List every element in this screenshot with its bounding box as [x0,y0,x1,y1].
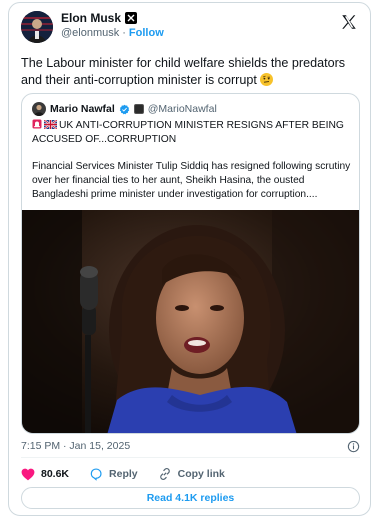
copy-link-label: Copy link [177,468,225,480]
like-button[interactable]: 80.6K [21,468,69,481]
author-handle[interactable]: @elonmusk [61,27,119,39]
x-logo-icon[interactable] [340,13,358,31]
follow-button[interactable]: Follow [129,27,164,39]
quoted-headline-container: UK ANTI-CORRUPTION MINISTER RESIGNS AFTE… [32,119,350,147]
tweet-header: Elon Musk @elonmusk · Follow [21,11,358,47]
affiliate-badge-icon [133,104,144,114]
quoted-author-handle[interactable]: @MarioNawfal [148,103,217,115]
gold-verified-badge-icon [125,12,138,24]
reply-bubble-icon [90,468,102,481]
quoted-headline: UK ANTI-CORRUPTION MINISTER RESIGNS AFTE… [32,120,344,145]
tweet-timestamp[interactable]: 7:15 PM · Jan 15, 2025 [21,440,130,452]
tweet-text-container: The Labour minister for child welfare sh… [21,55,359,89]
author-name[interactable]: Elon Musk [61,11,121,25]
reply-label: Reply [109,468,138,480]
link-icon [159,468,170,480]
tweet-text: The Labour minister for child welfare sh… [21,56,346,87]
quoted-tweet[interactable]: Mario Nawfal @MarioNawfal UK ANTI-CORRUP… [21,93,360,434]
quoted-body: Financial Services Minister Tulip Siddiq… [32,161,351,200]
read-replies-button[interactable]: Read 4.1K replies [21,487,360,509]
heart-icon [21,468,35,480]
tweet-meta: 7:15 PM · Jan 15, 2025 [21,440,360,454]
separator-dot: · [122,27,126,39]
quoted-author-avatar[interactable] [32,102,46,116]
author-avatar[interactable] [21,11,53,43]
info-icon[interactable] [347,440,360,453]
reply-button[interactable]: Reply [89,467,138,481]
divider [21,457,360,458]
tweet-card: Elon Musk @elonmusk · Follow The Labour mi… [8,2,371,516]
siren-icon [32,119,42,129]
quoted-author-name[interactable]: Mario Nawfal [50,103,115,115]
verified-badge-icon [119,104,129,114]
uk-flag-icon [44,120,57,129]
like-count: 80.6K [41,468,70,480]
action-bar: 80.6K Reply Copy link [21,465,245,483]
quoted-photo[interactable] [22,210,360,434]
copy-link-button[interactable]: Copy link [158,467,225,481]
raised-eyebrow-face-icon [260,73,274,86]
